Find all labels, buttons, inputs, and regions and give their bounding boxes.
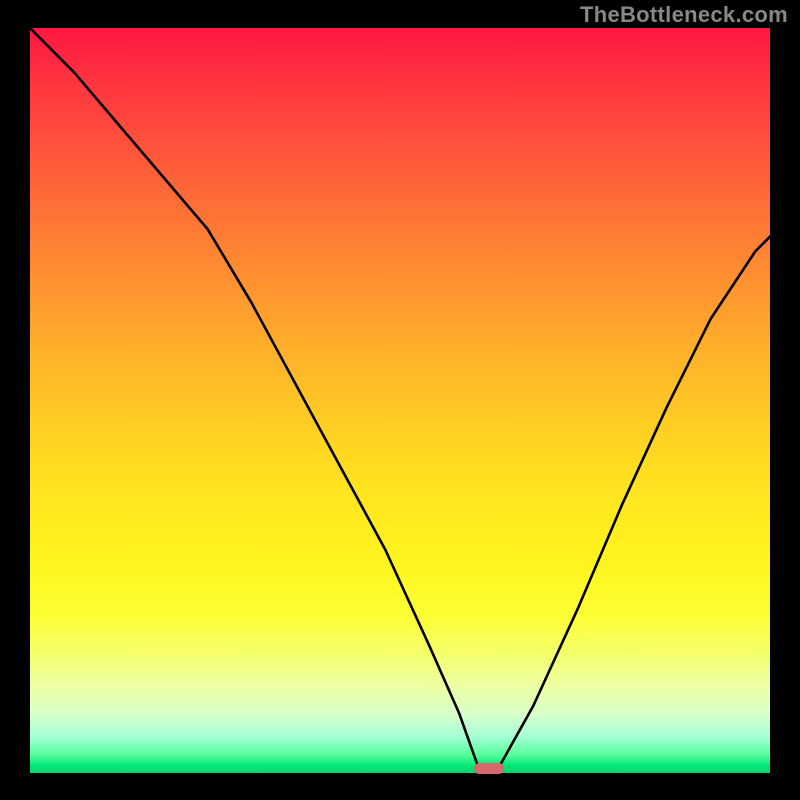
chart-frame: TheBottleneck.com bbox=[0, 0, 800, 800]
curve-svg bbox=[30, 28, 770, 773]
plot-area bbox=[30, 28, 770, 773]
watermark-text: TheBottleneck.com bbox=[580, 2, 788, 28]
optimum-marker bbox=[474, 763, 504, 775]
bottleneck-curve bbox=[30, 28, 770, 766]
